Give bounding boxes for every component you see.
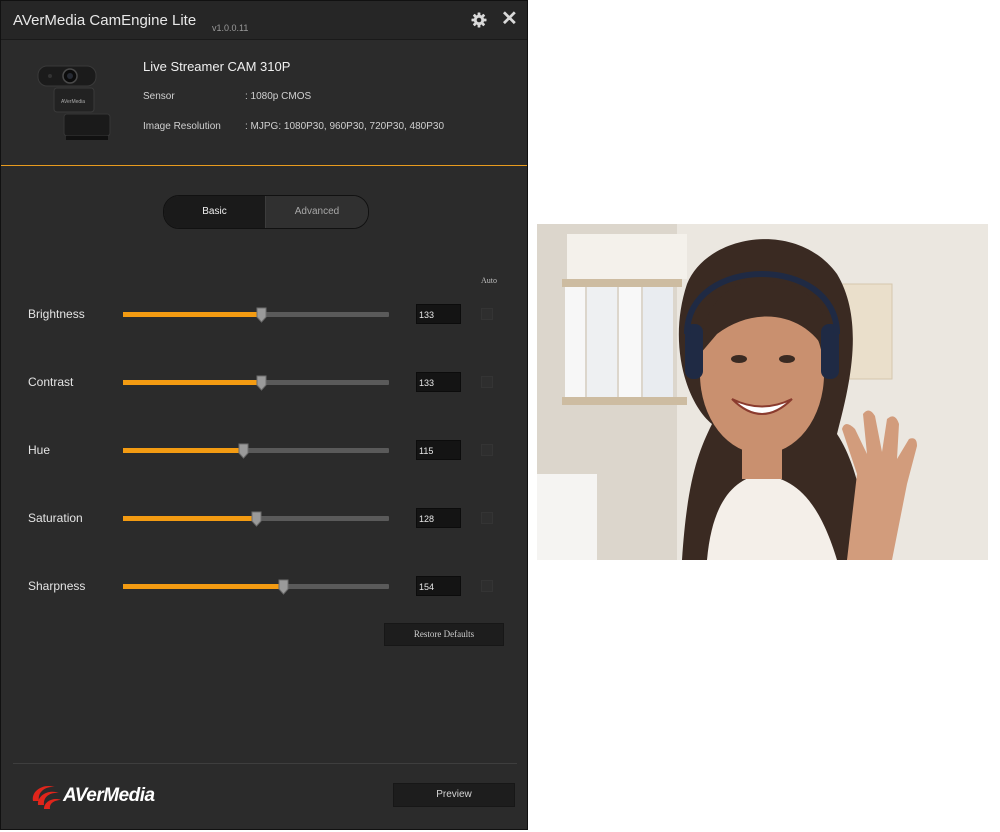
control-label: Saturation: [28, 511, 83, 525]
value-field[interactable]: 128: [416, 508, 461, 528]
control-label: Hue: [28, 443, 51, 457]
slider-fill: [123, 380, 262, 385]
slider-thumb[interactable]: [278, 579, 289, 595]
slider-fill: [123, 516, 256, 521]
slider-thumb[interactable]: [238, 443, 249, 459]
value-field[interactable]: 115: [416, 440, 461, 460]
value-field[interactable]: 154: [416, 576, 461, 596]
footer-divider: [13, 763, 517, 764]
mode-tabs: Basic Advanced: [163, 195, 369, 229]
slider-fill: [123, 584, 283, 589]
sensor-label: Sensor: [143, 91, 175, 102]
device-name: Live Streamer CAM 310P: [143, 59, 291, 74]
version-label: v1.0.0.11: [212, 23, 249, 33]
close-icon[interactable]: ✕: [501, 9, 518, 29]
gear-icon[interactable]: [471, 12, 487, 28]
slider-fill: [123, 312, 262, 317]
auto-checkbox[interactable]: [481, 512, 493, 524]
slider-thumb[interactable]: [256, 375, 267, 391]
value-field[interactable]: 133: [416, 304, 461, 324]
auto-checkbox[interactable]: [481, 444, 493, 456]
tab-advanced[interactable]: Advanced: [266, 196, 368, 228]
resolution-label: Image Resolution: [143, 121, 221, 132]
slider-track[interactable]: [123, 511, 389, 527]
title-bar: AVerMedia CamEngine Lite v1.0.0.11 ✕: [1, 1, 527, 40]
preview-button[interactable]: Preview: [393, 783, 515, 807]
control-label: Contrast: [28, 375, 74, 389]
control-label: Brightness: [28, 307, 85, 321]
control-label: Sharpness: [28, 579, 86, 593]
slider-thumb[interactable]: [251, 511, 262, 527]
restore-defaults-button[interactable]: Restore Defaults: [384, 623, 504, 646]
auto-header: Auto: [481, 276, 497, 285]
preview-photo: [537, 224, 988, 560]
slider-track[interactable]: [123, 443, 389, 459]
sensor-value: : 1080p CMOS: [245, 91, 312, 102]
slider-track[interactable]: [123, 579, 389, 595]
auto-checkbox[interactable]: [481, 580, 493, 592]
camengine-window: AVerMedia CamEngine Lite v1.0.0.11 ✕ AVe…: [0, 0, 528, 830]
slider-fill: [123, 448, 243, 453]
slider-thumb[interactable]: [256, 307, 267, 323]
auto-checkbox[interactable]: [481, 308, 493, 320]
resolution-value: : MJPG: 1080P30, 960P30, 720P30, 480P30: [245, 121, 445, 132]
auto-checkbox[interactable]: [481, 376, 493, 388]
slider-track[interactable]: [123, 375, 389, 391]
avermedia-logo-icon: [32, 785, 61, 809]
brand-logo-text: AVerMedia: [63, 785, 155, 806]
slider-track[interactable]: [123, 307, 389, 323]
webcam-icon: AVerMedia: [37, 65, 111, 140]
device-info-panel: AVerMedia Live Streamer CAM 310P Sensor …: [1, 40, 527, 166]
tab-basic[interactable]: Basic: [164, 196, 266, 228]
app-title: AVerMedia CamEngine Lite: [13, 12, 197, 29]
value-field[interactable]: 133: [416, 372, 461, 392]
svg-text:AVerMedia: AVerMedia: [61, 99, 85, 105]
